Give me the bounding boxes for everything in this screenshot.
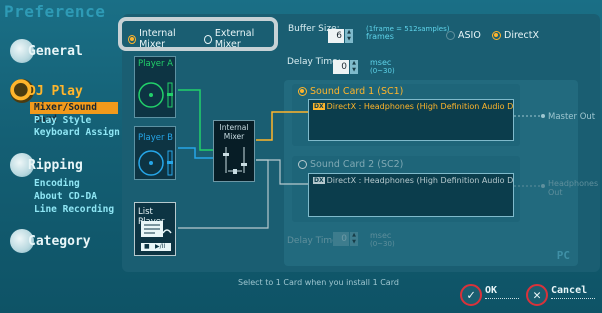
footer-message: Select to 1 Card when you install 1 Card bbox=[238, 278, 399, 287]
preference-window: Preference General DJ Play Mixer/Sound C… bbox=[0, 0, 602, 313]
turntable-b-icon bbox=[138, 150, 173, 176]
list-player-box: List Player ■ ▶/II bbox=[134, 202, 176, 256]
check-icon: ✓ bbox=[460, 284, 482, 306]
close-icon: ✕ bbox=[526, 284, 548, 306]
cancel-button[interactable]: ✕ Cancel bbox=[526, 284, 595, 306]
ok-button[interactable]: ✓ OK bbox=[460, 284, 519, 306]
turntable-a-icon bbox=[138, 82, 173, 108]
stop-icon: ■ bbox=[144, 243, 150, 250]
player-b-box: Player B bbox=[134, 126, 176, 180]
routing-wires bbox=[178, 89, 545, 229]
internal-mixer-box: Internal Mixer bbox=[213, 120, 255, 182]
play-pause-icon: ▶/II bbox=[155, 243, 166, 250]
mixer-faders-icon bbox=[223, 147, 247, 174]
player-a-box: Player A bbox=[134, 56, 176, 118]
